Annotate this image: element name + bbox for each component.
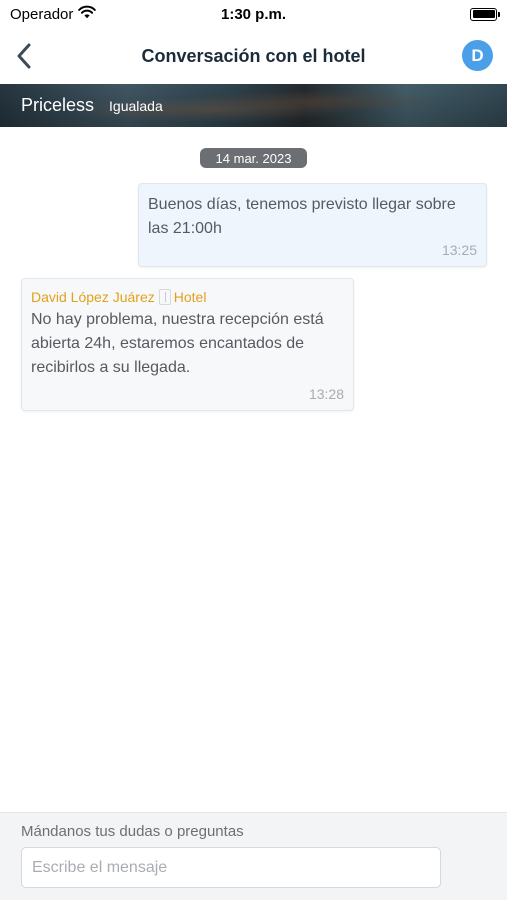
- outgoing-message[interactable]: Buenos días, tenemos previsto llegar sob…: [138, 183, 487, 267]
- status-left: Operador: [10, 5, 97, 23]
- sender-name: David López Juárez: [31, 289, 155, 305]
- message-time: 13:25: [441, 242, 477, 258]
- hotel-banner: Priceless Igualada: [0, 84, 507, 127]
- battery-icon: [470, 7, 500, 21]
- composer: Mándanos tus dudas o preguntas: [0, 812, 507, 900]
- message-time: 13:28: [308, 386, 344, 402]
- chat-area[interactable]: 14 mar. 2023 Buenos días, tenemos previs…: [0, 127, 507, 812]
- separator-icon: [158, 289, 171, 305]
- carrier-label: Operador: [10, 5, 74, 23]
- status-bar: Operador 1:30 p.m.: [0, 0, 507, 28]
- back-button[interactable]: [8, 38, 40, 74]
- message-input[interactable]: [21, 847, 441, 888]
- incoming-message[interactable]: David López Juárez Hotel No hay problema…: [21, 278, 354, 411]
- hotel-name: Priceless: [21, 95, 95, 115]
- message-text: No hay problema, nuestra recepción está …: [31, 311, 324, 376]
- wifi-icon: [78, 5, 97, 23]
- date-separator: 14 mar. 2023: [200, 148, 307, 168]
- chevron-left-icon: [17, 43, 31, 69]
- hotel-city: Igualada: [109, 97, 163, 114]
- avatar[interactable]: D: [462, 40, 493, 71]
- sender-line: David López Juárez Hotel: [31, 289, 344, 305]
- nav-bar: Conversación con el hotel D: [0, 28, 507, 84]
- message-text: Buenos días, tenemos previsto llegar sob…: [148, 196, 456, 237]
- sender-role: Hotel: [173, 289, 207, 305]
- page-title: Conversación con el hotel: [141, 45, 366, 66]
- composer-label: Mándanos tus dudas o preguntas: [21, 823, 244, 840]
